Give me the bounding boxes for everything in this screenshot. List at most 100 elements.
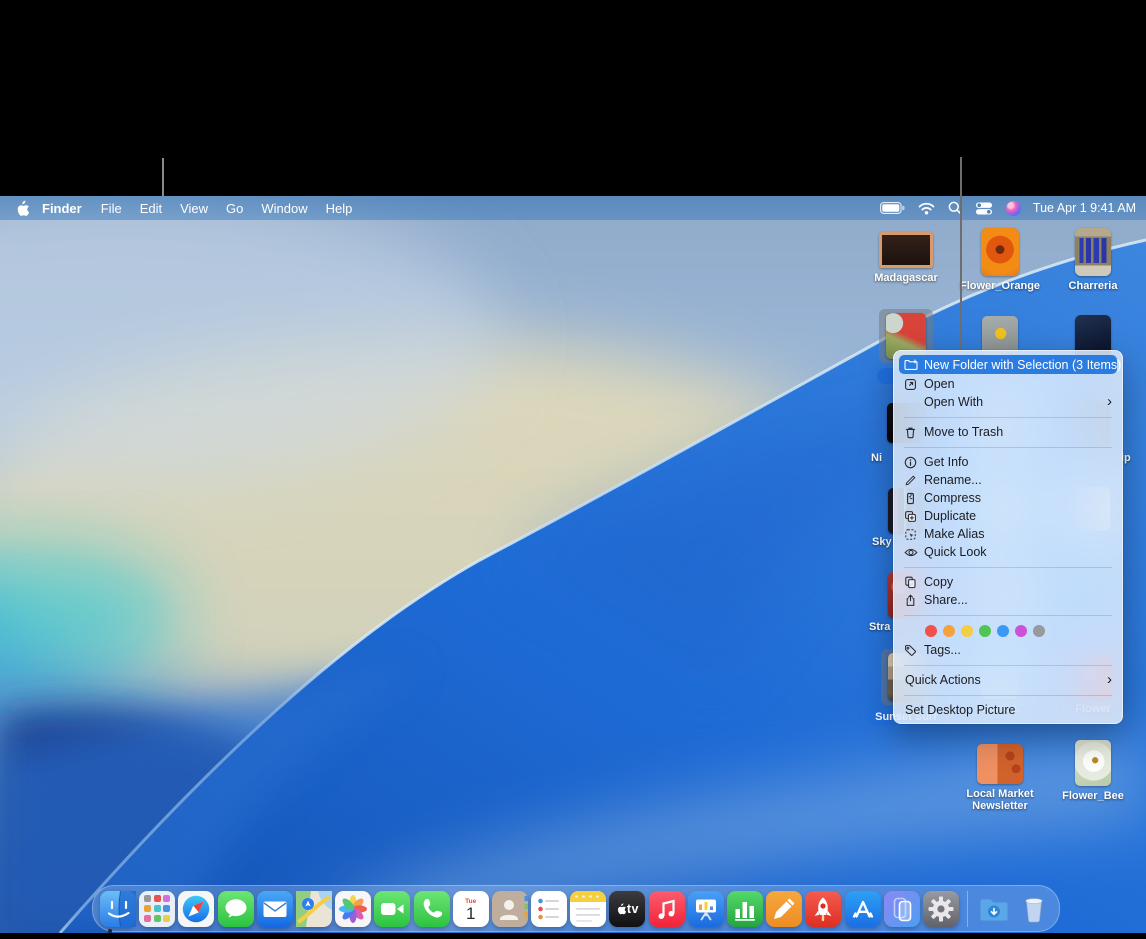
menu-item-rename[interactable]: Rename... (894, 471, 1122, 489)
menu-window[interactable]: Window (252, 201, 316, 216)
menu-item-make-alias[interactable]: Make Alias (894, 525, 1122, 543)
music-note-icon (649, 891, 685, 927)
menu-separator (904, 567, 1112, 568)
dock-app-numbers[interactable] (727, 891, 763, 927)
menu-item-get-info[interactable]: Get Info (894, 453, 1122, 471)
dock-app-facetime[interactable] (374, 891, 410, 927)
reminders-list-icon (531, 891, 567, 927)
menu-item-compress[interactable]: Compress (894, 489, 1122, 507)
charreria-thumbnail (1075, 228, 1111, 276)
dock-app-maps[interactable] (296, 891, 332, 927)
dock-app-launchpad[interactable] (139, 891, 175, 927)
dock: Tue 1 (92, 885, 1060, 932)
tag-icon (903, 644, 918, 657)
menu-item-label: Rename... (924, 473, 982, 487)
trash-bin-icon (1016, 891, 1052, 927)
messages-bubble-icon (218, 891, 254, 927)
menu-separator (904, 447, 1112, 448)
menu-item-share[interactable]: Share... (894, 591, 1122, 609)
duplicate-icon (903, 510, 918, 523)
dock-app-calendar[interactable]: Tue 1 (453, 891, 489, 927)
dock-app-music[interactable] (649, 891, 685, 927)
icon-label: Madagascar (874, 273, 938, 285)
menu-item-duplicate[interactable]: Duplicate (894, 507, 1122, 525)
info-icon (903, 456, 918, 469)
dock-app-mail[interactable] (257, 891, 293, 927)
desktop-icon-local-market-newsletter[interactable]: Local Market Newsletter (955, 744, 1045, 812)
menu-item-label: Set Desktop Picture (905, 703, 1015, 717)
siri-icon[interactable] (1003, 196, 1024, 220)
dock-app-tv[interactable]: tv (609, 891, 645, 927)
menu-edit[interactable]: Edit (131, 201, 171, 216)
dock-app-app-store[interactable] (845, 891, 881, 927)
icon-label: Charreria (1069, 281, 1118, 293)
dock-app-finder[interactable] (100, 891, 136, 927)
desktop-icon-charreria[interactable]: Charreria (1053, 228, 1133, 293)
control-center-icon[interactable] (972, 196, 996, 220)
battery-icon[interactable] (877, 196, 908, 220)
menu-item-move-to-trash[interactable]: Move to Trash (894, 423, 1122, 441)
menu-item-quick-look[interactable]: Quick Look (894, 543, 1122, 561)
dock-downloads-folder[interactable] (976, 891, 1012, 927)
menu-file[interactable]: File (92, 201, 131, 216)
new-folder-icon (903, 359, 918, 371)
tag-gray-dot[interactable] (1033, 625, 1045, 637)
dock-trash[interactable] (1016, 891, 1052, 927)
dock-app-pages[interactable] (766, 891, 802, 927)
dock-app-system-settings[interactable] (923, 891, 959, 927)
menu-item-label: Share... (924, 593, 968, 607)
tag-orange-dot[interactable] (943, 625, 955, 637)
tag-red-dot[interactable] (925, 625, 937, 637)
dock-app-contacts[interactable] (492, 891, 528, 927)
tag-blue-dot[interactable] (997, 625, 1009, 637)
tag-purple-dot[interactable] (1015, 625, 1027, 637)
menu-bar: Finder File Edit View Go Window Help (0, 196, 1146, 220)
dock-app-messages[interactable] (218, 891, 254, 927)
dock-app-photos[interactable] (335, 891, 371, 927)
menu-separator (904, 417, 1112, 418)
tag-yellow-dot[interactable] (961, 625, 973, 637)
menu-help[interactable]: Help (317, 201, 362, 216)
finder-running-indicator (108, 929, 112, 933)
menu-item-set-desktop-picture[interactable]: Set Desktop Picture (894, 701, 1122, 719)
menu-item-open[interactable]: Open (894, 375, 1122, 393)
menu-view[interactable]: View (171, 201, 217, 216)
menu-item-quick-actions[interactable]: Quick Actions › (894, 671, 1122, 689)
tag-green-dot[interactable] (979, 625, 991, 637)
dock-app-safari[interactable] (178, 891, 214, 927)
app-store-icon (845, 891, 881, 927)
quick-look-eye-icon (903, 547, 918, 558)
menu-go[interactable]: Go (217, 201, 252, 216)
desktop-icon-flower-orange[interactable]: Flower_Orange (960, 228, 1040, 293)
notes-icon (570, 891, 606, 927)
safari-compass-icon (178, 891, 214, 927)
dock-app-iphone-mirroring[interactable] (884, 891, 920, 927)
menu-bar-left: Finder File Edit View Go Window Help (0, 196, 361, 220)
desktop-icon-flower-bee[interactable]: Flower_Bee (1053, 740, 1133, 803)
apple-menu[interactable] (12, 196, 32, 220)
menu-item-copy[interactable]: Copy (894, 573, 1122, 591)
wifi-icon[interactable] (915, 196, 938, 220)
menu-finder[interactable]: Finder (32, 201, 92, 216)
numbers-chart-icon (727, 891, 763, 927)
callout-line-menubar (162, 158, 164, 196)
desktop[interactable]: Finder File Edit View Go Window Help (0, 196, 1146, 933)
dock-app-games[interactable] (805, 891, 841, 927)
photos-pinwheel-icon (335, 891, 371, 927)
open-icon (903, 378, 918, 391)
icon-label-partial-sky: Sky (872, 536, 892, 548)
dock-app-notes[interactable] (570, 891, 606, 927)
downloads-folder-icon (976, 891, 1012, 927)
dock-app-phone[interactable] (414, 891, 450, 927)
dock-app-reminders[interactable] (531, 891, 567, 927)
menu-item-tags[interactable]: Tags... (894, 641, 1122, 659)
desktop-icon-madagascar[interactable]: Madagascar (866, 232, 946, 285)
dock-app-keynote[interactable] (688, 891, 724, 927)
menu-bar-clock[interactable]: Tue Apr 1 9:41 AM (1031, 201, 1136, 215)
menu-item-label: Move to Trash (924, 425, 1003, 439)
menu-item-open-with[interactable]: Open With › (894, 393, 1122, 411)
gear-icon (923, 891, 959, 927)
launchpad-icon (144, 895, 151, 902)
menu-item-label: Get Info (924, 455, 968, 469)
menu-item-new-folder-with-selection[interactable]: New Folder with Selection (3 Items) (899, 355, 1117, 374)
